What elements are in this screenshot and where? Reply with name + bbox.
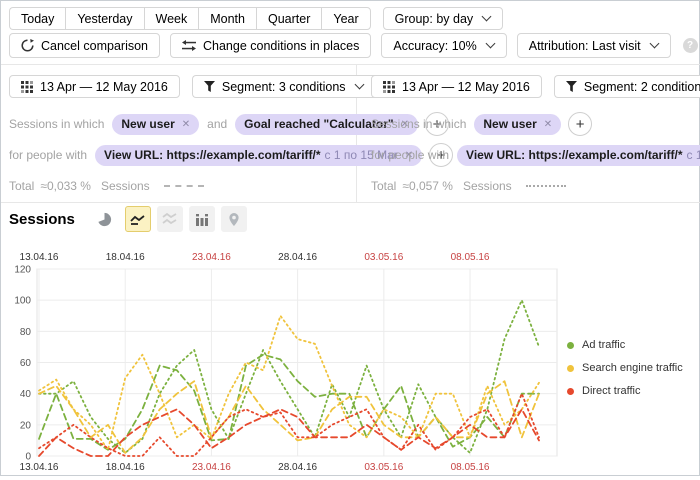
cancel-comparison-label: Cancel comparison: [41, 39, 148, 53]
change-conditions-button[interactable]: Change conditions in places: [170, 33, 371, 58]
pie-chart-icon[interactable]: [95, 207, 115, 231]
map-pin-icon[interactable]: [221, 206, 247, 232]
segment-b-date-button[interactable]: 13 Apr — 12 May 2016: [371, 75, 542, 98]
legend-dot: [567, 342, 574, 349]
total-label: Total: [9, 179, 34, 193]
filter-funnel-icon: [566, 81, 577, 92]
segment-b-total: Total ≈0,057 % Sessions: [371, 179, 700, 193]
sessions-header: Sessions: [9, 206, 253, 232]
close-icon[interactable]: ✕: [182, 119, 190, 130]
segment-b-line-style-sample: [526, 185, 566, 187]
legend-item-ad-traffic[interactable]: Ad traffic: [567, 339, 683, 351]
segment-b-chip-view-url[interactable]: View URL: https://example.com/tariff/* с…: [457, 145, 700, 166]
attribution-dropdown[interactable]: Attribution: Last visit: [517, 33, 671, 58]
total-value: ≈0,057 %: [402, 179, 453, 193]
segment-b-panel: 13 Apr — 12 May 2016 Segment: 2 conditio…: [357, 65, 700, 202]
sessions-title: Sessions: [9, 211, 75, 228]
segment-a-conditions-label: Segment: 3 conditions: [222, 80, 346, 94]
attribution-label: Attribution: Last visit: [529, 39, 641, 53]
range-year-button[interactable]: Year: [321, 7, 370, 30]
range-yesterday-button[interactable]: Yesterday: [65, 7, 143, 30]
svg-text:40: 40: [20, 389, 32, 400]
total-metric: Sessions: [463, 179, 512, 193]
legend-item-direct-traffic[interactable]: Direct traffic: [567, 385, 683, 397]
chevron-down-icon: [485, 39, 495, 49]
svg-text:08.05.16: 08.05.16: [451, 252, 490, 263]
segment-a-date-label: 13 Apr — 12 May 2016: [40, 80, 168, 94]
svg-text:18.04.16: 18.04.16: [106, 252, 145, 263]
svg-text:28.04.16: 28.04.16: [278, 462, 317, 473]
svg-text:28.04.16: 28.04.16: [278, 252, 317, 263]
total-value: ≈0,033 %: [40, 179, 91, 193]
segment-b-conditions-label: Segment: 2 conditions: [584, 80, 700, 94]
svg-text:08.05.16: 08.05.16: [451, 462, 490, 473]
range-quarter-button[interactable]: Quarter: [256, 7, 321, 30]
segment-a-chip-new-user[interactable]: New user ✕: [112, 114, 199, 135]
segment-b-chip-new-user[interactable]: New user ✕: [474, 114, 561, 135]
group-by-label: Group: by day: [395, 12, 474, 26]
segment-a-and-label: and: [207, 117, 227, 131]
range-month-button[interactable]: Month: [198, 7, 256, 30]
segment-a-people-label: for people with: [9, 148, 87, 162]
segment-b-people-label: for people with: [371, 148, 449, 162]
accuracy-label: Accuracy: 10%: [393, 39, 476, 53]
chevron-down-icon: [482, 12, 492, 22]
segment-a-total: Total ≈0,033 % Sessions: [9, 179, 356, 193]
accuracy-dropdown[interactable]: Accuracy: 10%: [381, 33, 506, 58]
group-by-dropdown[interactable]: Group: by day: [383, 7, 504, 30]
range-button-group: Today Yesterday Week Month Quarter Year: [9, 7, 371, 30]
svg-text:13.04.16: 13.04.16: [20, 462, 59, 473]
svg-text:0: 0: [25, 452, 31, 463]
segment-a-panel: 13 Apr — 12 May 2016 Segment: 3 conditio…: [1, 65, 357, 202]
date-range-toolbar: Today Yesterday Week Month Quarter Year …: [9, 7, 503, 30]
svg-text:100: 100: [14, 296, 31, 307]
url-date-qualifier: с 1 по 15 Mar: [687, 148, 700, 162]
segment-b-date-label: 13 Apr — 12 May 2016: [402, 80, 530, 94]
segment-a-sessions-label: Sessions in which: [9, 117, 104, 131]
svg-text:03.05.16: 03.05.16: [364, 252, 403, 263]
segment-b-sessions-label: Sessions in which: [371, 117, 466, 131]
range-week-button[interactable]: Week: [144, 7, 199, 30]
calendar-grid-icon: [383, 81, 395, 93]
segment-a-conditions-dropdown[interactable]: Segment: 3 conditions: [192, 75, 375, 98]
cancel-comparison-button[interactable]: Cancel comparison: [9, 33, 160, 58]
svg-text:20: 20: [20, 420, 32, 431]
segment-a-date-button[interactable]: 13 Apr — 12 May 2016: [9, 75, 180, 98]
segment-a-line-style-sample: [164, 185, 204, 187]
columns-chart-icon[interactable]: [189, 206, 215, 232]
segment-b-conditions-dropdown[interactable]: Segment: 2 conditions: [554, 75, 700, 98]
legend-item-search-traffic[interactable]: Search engine traffic: [567, 362, 683, 374]
help-icon[interactable]: ?: [683, 38, 698, 53]
calendar-grid-icon: [21, 81, 33, 93]
svg-text:120: 120: [14, 265, 31, 276]
chevron-down-icon: [649, 39, 659, 49]
comparison-toolbar: Cancel comparison Change conditions in p…: [9, 33, 698, 58]
close-icon[interactable]: ✕: [544, 119, 552, 130]
filter-funnel-icon: [204, 81, 215, 92]
svg-text:03.05.16: 03.05.16: [364, 462, 403, 473]
chart-legend: Ad traffic Search engine traffic Direct …: [567, 339, 683, 408]
legend-dot: [567, 388, 574, 395]
line-chart-icon[interactable]: [125, 206, 151, 232]
legend-dot: [567, 365, 574, 372]
svg-text:13.04.16: 13.04.16: [20, 252, 59, 263]
swap-icon: [182, 40, 196, 51]
svg-text:80: 80: [20, 327, 32, 338]
total-label: Total: [371, 179, 396, 193]
range-today-button[interactable]: Today: [9, 7, 65, 30]
stacked-area-icon[interactable]: [157, 206, 183, 232]
total-metric: Sessions: [101, 179, 150, 193]
svg-text:23.04.16: 23.04.16: [192, 252, 231, 263]
refresh-icon: [21, 39, 34, 52]
comparison-panels: 13 Apr — 12 May 2016 Segment: 3 conditio…: [1, 64, 700, 203]
svg-text:23.04.16: 23.04.16: [192, 462, 231, 473]
change-conditions-label: Change conditions in places: [203, 39, 359, 53]
segment-b-add-condition-button[interactable]: +: [568, 112, 592, 136]
svg-text:60: 60: [20, 358, 32, 369]
svg-text:18.04.16: 18.04.16: [106, 462, 145, 473]
